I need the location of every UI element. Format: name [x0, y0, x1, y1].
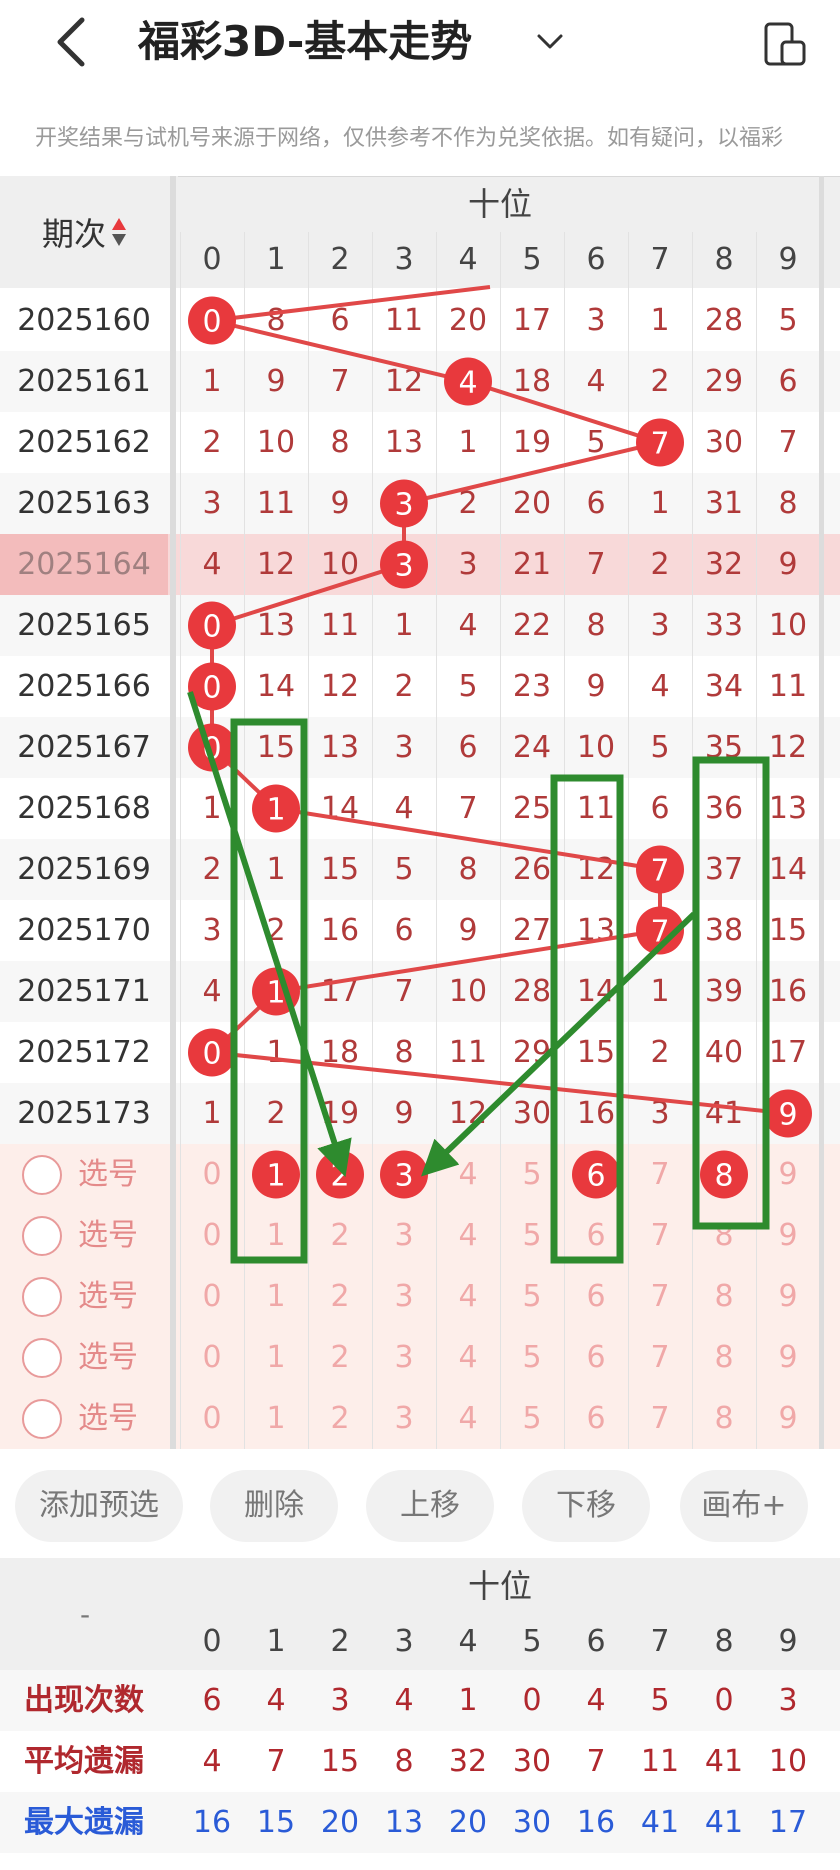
action-button[interactable]: 画布+	[680, 1470, 808, 1542]
stats-row: 最大遗漏 16 15 20 13 20 30 16 41 41 17	[0, 1792, 840, 1853]
stats-digit-header-4: 4	[458, 1624, 478, 1659]
stats-cell: 8	[394, 1744, 414, 1779]
stats-cell: 0	[714, 1683, 734, 1718]
stats-digit-header-2: 2	[330, 1624, 350, 1659]
stats-cell: 13	[384, 1805, 424, 1840]
stats-digit-header-6: 6	[586, 1624, 606, 1659]
annotation-arrow-to-3	[421, 911, 697, 1177]
stats-digit-header-1: 1	[266, 1624, 286, 1659]
hit-ball-number: 3	[394, 549, 413, 584]
stats-cell: 15	[256, 1805, 296, 1840]
hit-ball-number: 0	[202, 610, 221, 645]
stats-cell: 20	[448, 1805, 488, 1840]
stats-cell: 10	[768, 1744, 808, 1779]
stats-cell: 15	[320, 1744, 360, 1779]
hit-ball-number: 0	[202, 671, 221, 706]
stats-row: 平均遗漏 4 7 15 8 32 30 7 11 41 10	[0, 1731, 840, 1792]
stats-cell: 32	[448, 1744, 488, 1779]
pick-ball-number: 1	[266, 1159, 285, 1194]
stats-cell: 6	[202, 1683, 222, 1718]
trend-line-previous	[211, 285, 491, 323]
hit-ball-number: 7	[650, 427, 669, 462]
stats-digit-header-7: 7	[650, 1624, 670, 1659]
stats-cell: 4	[394, 1683, 414, 1718]
action-button[interactable]: 下移	[522, 1470, 650, 1542]
hit-ball-number: 9	[778, 1098, 797, 1133]
app-root: 福彩3D-基本走势 开奖结果与试机号来源于网络，仅供参考不作为兑奖依据。如有疑问…	[0, 0, 840, 1870]
pick-ball-number: 8	[714, 1159, 733, 1194]
stats-cell: 7	[586, 1744, 606, 1779]
stats-cell: 30	[512, 1805, 552, 1840]
trend-overlay: 047330001771091 2 3 6 8	[187, 285, 812, 1264]
hit-ball-number: 0	[202, 305, 221, 340]
stats-label: 最大遗漏	[24, 1805, 144, 1840]
stats-digit-header-8: 8	[714, 1624, 734, 1659]
stats-cell: 11	[640, 1744, 680, 1779]
stats-cell: 17	[768, 1805, 808, 1840]
stats-dash-label: -	[79, 1597, 91, 1631]
action-button[interactable]: 删除	[210, 1470, 338, 1542]
stats-digit-header-5: 5	[522, 1624, 542, 1659]
stats-tens-header: 十位	[467, 1567, 532, 1605]
action-button[interactable]: 上移	[366, 1470, 494, 1542]
pick-ball-number: 6	[586, 1159, 605, 1194]
hit-ball-number: 3	[394, 488, 413, 523]
stats-cell: 41	[640, 1805, 680, 1840]
stats-row: 出现次数 6 4 3 4 1 0 4 5 0 3	[0, 1670, 840, 1731]
stats-cell: 3	[778, 1683, 798, 1718]
stats-cell: 4	[266, 1683, 286, 1718]
stats-cell: 41	[704, 1744, 744, 1779]
hit-ball-number: 4	[458, 366, 477, 401]
stats-cell: 1	[458, 1683, 478, 1718]
stats-cell: 20	[320, 1805, 360, 1840]
stats-cell: 41	[704, 1805, 744, 1840]
stats-digit-header-0: 0	[202, 1624, 222, 1659]
hit-ball-number: 7	[650, 854, 669, 889]
hit-ball-number: 1	[266, 793, 285, 828]
pick-ball-number: 3	[394, 1159, 413, 1194]
stats-label: 出现次数	[24, 1683, 144, 1718]
pick-ball-number: 2	[330, 1159, 349, 1194]
stats-cell: 0	[522, 1683, 542, 1718]
stats-cell: 4	[586, 1683, 606, 1718]
stats-cell: 30	[512, 1744, 552, 1779]
stats-cell: 16	[576, 1805, 616, 1840]
stats-cell: 3	[330, 1683, 350, 1718]
hit-ball-number: 0	[202, 1037, 221, 1072]
stats-label: 平均遗漏	[24, 1744, 144, 1779]
stats-digit-header-9: 9	[778, 1624, 798, 1659]
action-button[interactable]: 添加预选	[15, 1470, 183, 1542]
annotation-arrow-to-2	[187, 691, 352, 1178]
stats-cell: 16	[192, 1805, 232, 1840]
stats-cell: 4	[202, 1744, 222, 1779]
stats-cell: 5	[650, 1683, 670, 1718]
stats-digit-header-3: 3	[394, 1624, 414, 1659]
stats-cell: 7	[266, 1744, 286, 1779]
